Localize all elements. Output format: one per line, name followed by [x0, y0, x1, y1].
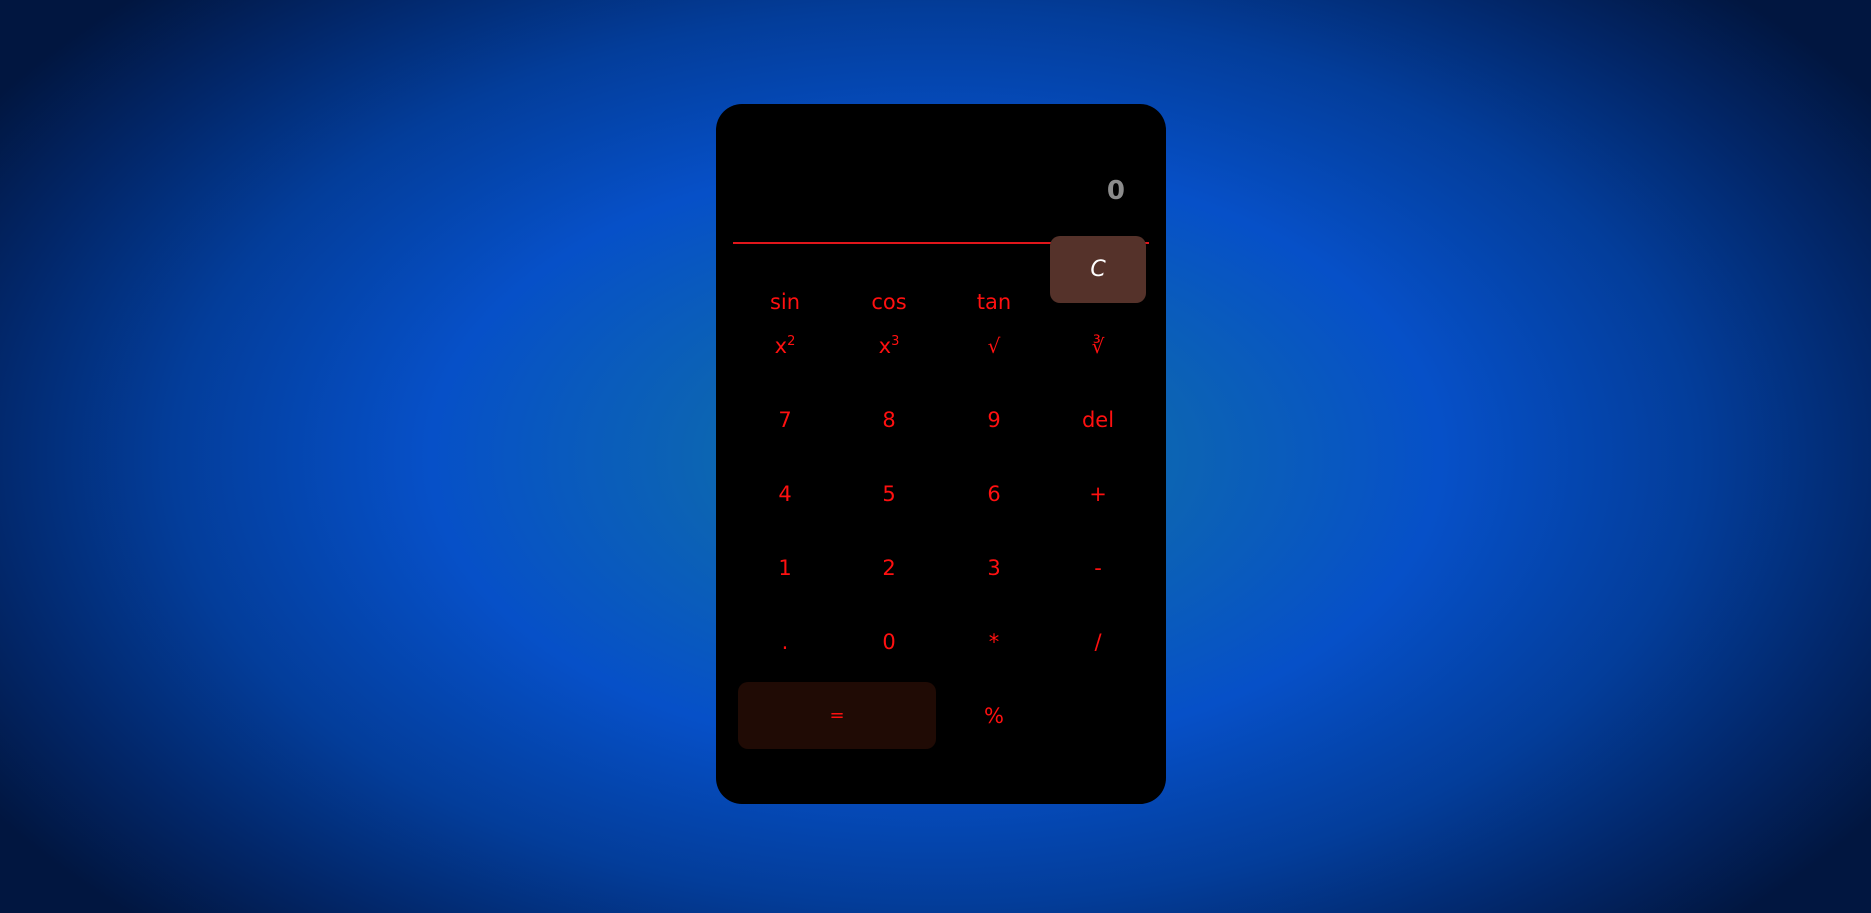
cube-base: x [878, 333, 892, 358]
square-exponent: 2 [787, 334, 796, 349]
cube-button[interactable]: x3 [841, 312, 937, 379]
divide-button[interactable]: / [1050, 608, 1146, 675]
display-value: 0 [1106, 176, 1125, 206]
square-base: x [774, 333, 788, 358]
delete-button[interactable]: del [1050, 386, 1146, 453]
eight-button[interactable]: 8 [841, 386, 937, 453]
multiply-button[interactable]: * [946, 608, 1042, 675]
clear-button[interactable]: C [1050, 236, 1146, 303]
minus-button[interactable]: - [1050, 534, 1146, 601]
nine-button[interactable]: 9 [946, 386, 1042, 453]
cube-root-button[interactable]: ∛ [1050, 312, 1146, 379]
square-button[interactable]: x2 [737, 312, 833, 379]
display-panel: 0 [733, 104, 1149, 244]
cube-exponent: 3 [891, 334, 900, 349]
zero-button[interactable]: 0 [841, 608, 937, 675]
six-button[interactable]: 6 [946, 460, 1042, 527]
square-root-button[interactable]: √ [946, 312, 1042, 379]
equals-button[interactable]: = [738, 682, 936, 749]
one-button[interactable]: 1 [737, 534, 833, 601]
five-button[interactable]: 5 [841, 460, 937, 527]
seven-button[interactable]: 7 [737, 386, 833, 453]
calculator: 0 sin cos tan C x2 x3 √ ∛ 7 8 9 del 4 5 … [716, 104, 1166, 804]
two-button[interactable]: 2 [841, 534, 937, 601]
four-button[interactable]: 4 [737, 460, 833, 527]
decimal-button[interactable]: . [737, 608, 833, 675]
plus-button[interactable]: + [1050, 460, 1146, 527]
percent-button[interactable]: % [946, 682, 1042, 749]
three-button[interactable]: 3 [946, 534, 1042, 601]
